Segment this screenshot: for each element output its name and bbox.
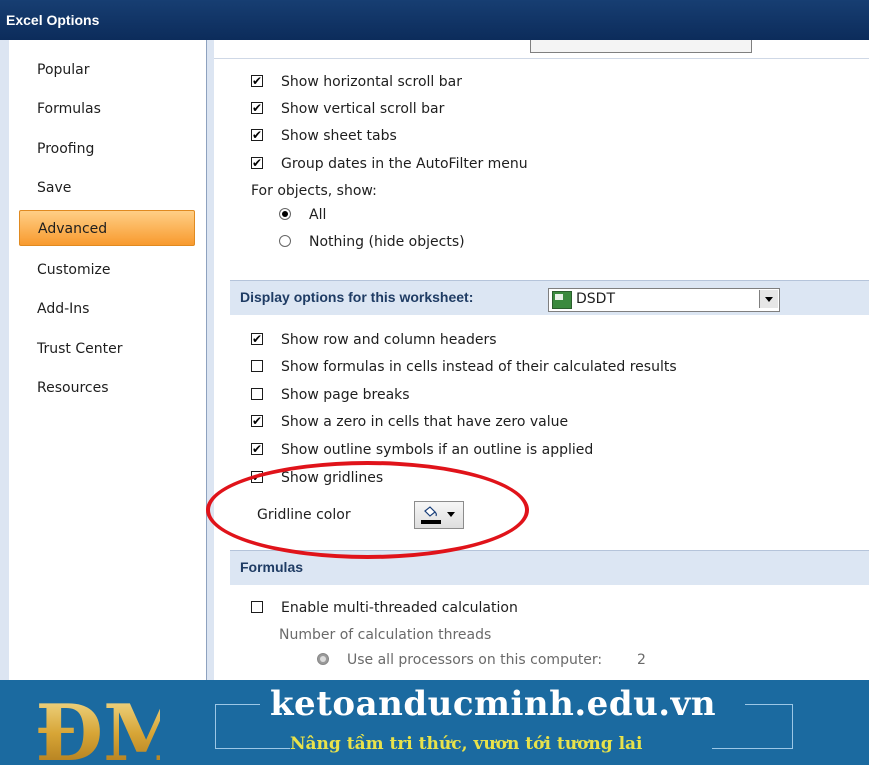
checkbox-label: Show vertical scroll bar [281, 101, 445, 117]
objects-show-label: For objects, show: [251, 179, 377, 203]
radio-label: Nothing (hide objects) [309, 234, 465, 250]
section-title: Formulas [240, 559, 304, 575]
checkbox[interactable] [251, 360, 263, 372]
checkbox[interactable] [251, 409, 263, 433]
processor-count: 2 [637, 652, 646, 668]
banner-frame-line [712, 748, 792, 749]
objects-show-text: For objects, show: [251, 183, 377, 199]
banner-frame-line [215, 748, 290, 749]
checkbox-label: Group dates in the AutoFilter menu [281, 156, 528, 172]
sidebar-item-resources[interactable]: Resources [19, 370, 195, 406]
window-title: Excel Options [6, 12, 100, 28]
checkbox[interactable] [251, 96, 263, 120]
checkbox-label: Show a zero in cells that have zero valu… [281, 414, 569, 430]
checkbox[interactable] [251, 69, 263, 93]
checkbox-label: Show formulas in cells instead of their … [281, 359, 677, 375]
radio-label: All [309, 207, 327, 223]
radio-button[interactable] [279, 208, 291, 220]
checkbox[interactable] [251, 327, 263, 351]
sidebar-item-label: Formulas [37, 101, 101, 117]
sidebar-item-save[interactable]: Save [19, 170, 195, 206]
checkbox-label: Show outline symbols if an outline is ap… [281, 442, 594, 458]
title-bar: Excel Options [0, 0, 869, 40]
checkbox-label: Enable multi-threaded calculation [281, 600, 518, 616]
sidebar-item-label: Save [37, 180, 72, 196]
worksheet-select[interactable]: DSDT [548, 288, 780, 312]
sidebar-item-popular[interactable]: Popular [19, 52, 195, 88]
banner-frame-line [792, 704, 793, 749]
checkbox-label: Show sheet tabs [281, 128, 397, 144]
website-text: ketoanducminh.edu.vn [270, 684, 717, 724]
checkbox[interactable] [251, 151, 263, 175]
radio-label: Use all processors on this computer: [347, 652, 603, 668]
checkbox-label: Show row and column headers [281, 332, 497, 348]
banner-frame-line [215, 704, 260, 705]
previous-dropdown-stub[interactable] [530, 40, 752, 53]
worksheet-icon [552, 291, 572, 309]
banner-frame-line [215, 704, 216, 749]
banner-frame-line [745, 704, 792, 705]
company-logo: ĐM [35, 688, 160, 765]
previous-section-stub [214, 40, 869, 59]
sidebar-item-proofing[interactable]: Proofing [19, 131, 195, 167]
sidebar-item-label: Trust Center [37, 341, 123, 357]
checkbox[interactable] [251, 601, 263, 613]
footer-banner: ĐM ketoanducminh.edu.vn Nâng tầm tri thứ… [0, 680, 869, 765]
options-pane: Show horizontal scroll bar Show vertical… [214, 40, 869, 680]
sidebar-item-label: Advanced [38, 221, 108, 237]
sidebar-item-advanced[interactable]: Advanced [19, 210, 195, 246]
sidebar-item-label: Resources [37, 380, 109, 396]
sidebar: Popular Formulas Proofing Save Advanced … [9, 40, 207, 680]
sidebar-item-label: Popular [37, 62, 90, 78]
logo-text: ĐM [35, 688, 160, 765]
sidebar-item-label: Proofing [37, 141, 95, 157]
threads-label: Number of calculation threads [279, 627, 492, 643]
worksheet-section-header: Display options for this worksheet: DSDT [230, 280, 869, 315]
checkbox-label: Show page breaks [281, 387, 410, 403]
sidebar-item-trust-center[interactable]: Trust Center [19, 331, 195, 367]
sidebar-item-label: Customize [37, 262, 111, 278]
sidebar-item-customize[interactable]: Customize [19, 252, 195, 288]
radio-button[interactable] [279, 235, 291, 247]
annotation-oval [206, 461, 529, 559]
radio-button [317, 653, 329, 665]
sidebar-item-label: Add-Ins [37, 301, 90, 317]
checkbox-label: Show horizontal scroll bar [281, 74, 462, 90]
checkbox[interactable] [251, 388, 263, 400]
chevron-down-icon[interactable] [759, 290, 778, 308]
checkbox[interactable] [251, 123, 263, 147]
checkbox[interactable] [251, 437, 263, 461]
worksheet-select-value: DSDT [576, 291, 615, 307]
section-title: Display options for this worksheet: [240, 289, 474, 305]
slogan-text: Nâng tầm tri thức, vươn tới tương lai [290, 734, 643, 754]
threads-label-row: Number of calculation threads [279, 623, 491, 647]
sidebar-item-add-ins[interactable]: Add-Ins [19, 291, 195, 327]
sidebar-item-formulas[interactable]: Formulas [19, 91, 195, 127]
